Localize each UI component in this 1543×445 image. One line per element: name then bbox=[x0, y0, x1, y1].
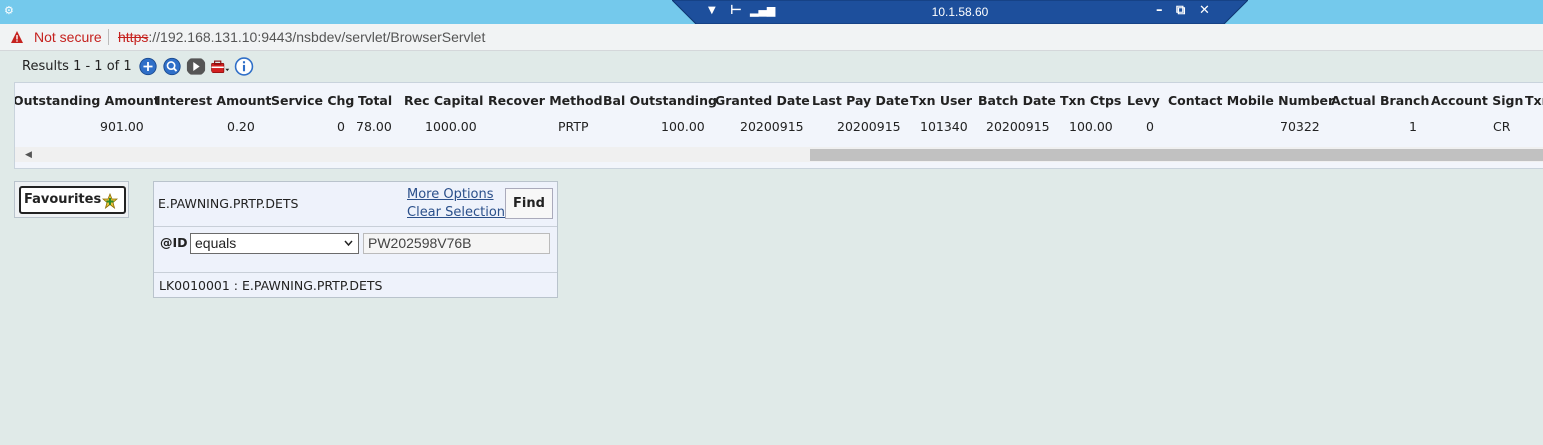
scroll-left-icon[interactable]: ◀ bbox=[25, 150, 32, 160]
id-value-input[interactable]: PW202598V76B bbox=[363, 233, 550, 254]
cell-rec-capital: 1000.00 bbox=[425, 119, 477, 134]
header-interest-amount: Interest Amount bbox=[156, 93, 272, 108]
close-icon[interactable]: ✕ bbox=[1199, 3, 1210, 19]
header-granted-date: Granted Date bbox=[715, 93, 810, 108]
app-icon: ⚙ bbox=[4, 4, 14, 17]
cell-total: 78.00 bbox=[356, 119, 392, 134]
operator-value: equals bbox=[195, 235, 237, 251]
cell-bal-outstanding: 100.00 bbox=[661, 119, 705, 134]
chevron-down-icon bbox=[344, 240, 353, 247]
results-grid: Outstanding Amount Interest Amount Servi… bbox=[14, 82, 1543, 169]
operator-select[interactable]: equals bbox=[190, 233, 359, 254]
clear-selection-link[interactable]: Clear Selection bbox=[407, 205, 505, 220]
more-options-link[interactable]: More Options bbox=[407, 187, 494, 202]
cell-last-pay-date: 20200915 bbox=[837, 119, 901, 134]
results-count: Results 1 - 1 of 1 bbox=[22, 59, 132, 74]
cell-account-sign: CR bbox=[1493, 119, 1511, 134]
favourites-button[interactable]: Favourites bbox=[19, 186, 126, 214]
rdp-connection-bar: ▼ ⊢ ▂▄▆ 10.1.58.60 – ⧉ ✕ bbox=[672, 0, 1248, 24]
header-batch-date: Batch Date bbox=[978, 93, 1056, 108]
enquiry-name: E.PAWNING.PRTP.DETS bbox=[158, 196, 299, 211]
scrollbar-thumb[interactable] bbox=[810, 149, 1543, 161]
cell-txn-ctps: 100.00 bbox=[1069, 119, 1113, 134]
address-bar[interactable]: Not secure https://192.168.131.10:9443/n… bbox=[0, 24, 1543, 51]
field-label-id: @ID bbox=[160, 235, 188, 250]
header-service-chg: Service Chg bbox=[271, 93, 355, 108]
header-rec-capital: Rec Capital bbox=[404, 93, 484, 108]
results-toolbar: Results 1 - 1 of 1 bbox=[22, 57, 254, 76]
next-icon[interactable] bbox=[186, 57, 206, 76]
header-total: Total bbox=[358, 93, 393, 108]
header-txn: Txn bbox=[1525, 93, 1543, 108]
add-star-icon bbox=[102, 193, 118, 209]
favourites-panel: Favourites bbox=[14, 181, 129, 218]
cell-interest-amount: 0.20 bbox=[227, 119, 255, 134]
url-scheme: https bbox=[118, 29, 149, 45]
header-outstanding-amount: Outstanding Amount bbox=[14, 93, 160, 108]
cell-recover-method: PRTP bbox=[558, 119, 589, 134]
security-label[interactable]: Not secure bbox=[34, 29, 102, 45]
minimize-icon[interactable]: – bbox=[1156, 3, 1163, 19]
cell-service-chg: 0 bbox=[337, 119, 345, 134]
header-levy: Levy bbox=[1127, 93, 1160, 108]
cell-batch-date: 20200915 bbox=[986, 119, 1050, 134]
divider bbox=[108, 29, 109, 45]
warning-icon bbox=[11, 31, 23, 43]
refresh-icon[interactable] bbox=[138, 57, 158, 76]
header-txn-user: Txn User bbox=[910, 93, 973, 108]
header-bal-outstanding: Bal Outstanding bbox=[603, 93, 717, 108]
header-contact-mobile-number: Contact Mobile Number bbox=[1168, 93, 1335, 108]
cell-contact-mobile-number: 70322 bbox=[1280, 119, 1320, 134]
header-actual-branch: Actual Branch bbox=[1331, 93, 1430, 108]
url-path: ://192.168.131.10:9443/nsbdev/servlet/Br… bbox=[148, 29, 486, 45]
cell-actual-branch: 1 bbox=[1409, 119, 1417, 134]
find-button[interactable]: Find bbox=[505, 188, 553, 219]
restore-icon[interactable]: ⧉ bbox=[1176, 3, 1185, 19]
header-recover-method: Recover Method bbox=[488, 93, 603, 108]
info-icon[interactable] bbox=[234, 57, 254, 76]
favourites-label: Favourites bbox=[24, 192, 102, 207]
selection-criteria-panel: E.PAWNING.PRTP.DETS More Options Clear S… bbox=[153, 181, 558, 298]
cell-levy: 0 bbox=[1146, 119, 1154, 134]
header-txn-ctps: Txn Ctps bbox=[1060, 93, 1122, 108]
search-icon[interactable] bbox=[162, 57, 182, 76]
cell-granted-date: 20200915 bbox=[740, 119, 804, 134]
remote-top-bar: ⚙ ▼ ⊢ ▂▄▆ 10.1.58.60 – ⧉ ✕ bbox=[0, 0, 1543, 24]
header-account-sign: Account Sign bbox=[1431, 93, 1524, 108]
divider bbox=[154, 272, 557, 273]
url-text[interactable]: https://192.168.131.10:9443/nsbdev/servl… bbox=[118, 29, 485, 45]
toolbox-icon[interactable] bbox=[210, 57, 230, 76]
header-last-pay-date: Last Pay Date bbox=[812, 93, 909, 108]
cell-outstanding-amount: 901.00 bbox=[100, 119, 144, 134]
horizontal-scrollbar[interactable]: ◀ bbox=[15, 147, 1543, 162]
cell-txn-user: 101340 bbox=[920, 119, 968, 134]
divider bbox=[154, 226, 557, 227]
enquiry-footer: LK0010001 : E.PAWNING.PRTP.DETS bbox=[159, 278, 383, 293]
